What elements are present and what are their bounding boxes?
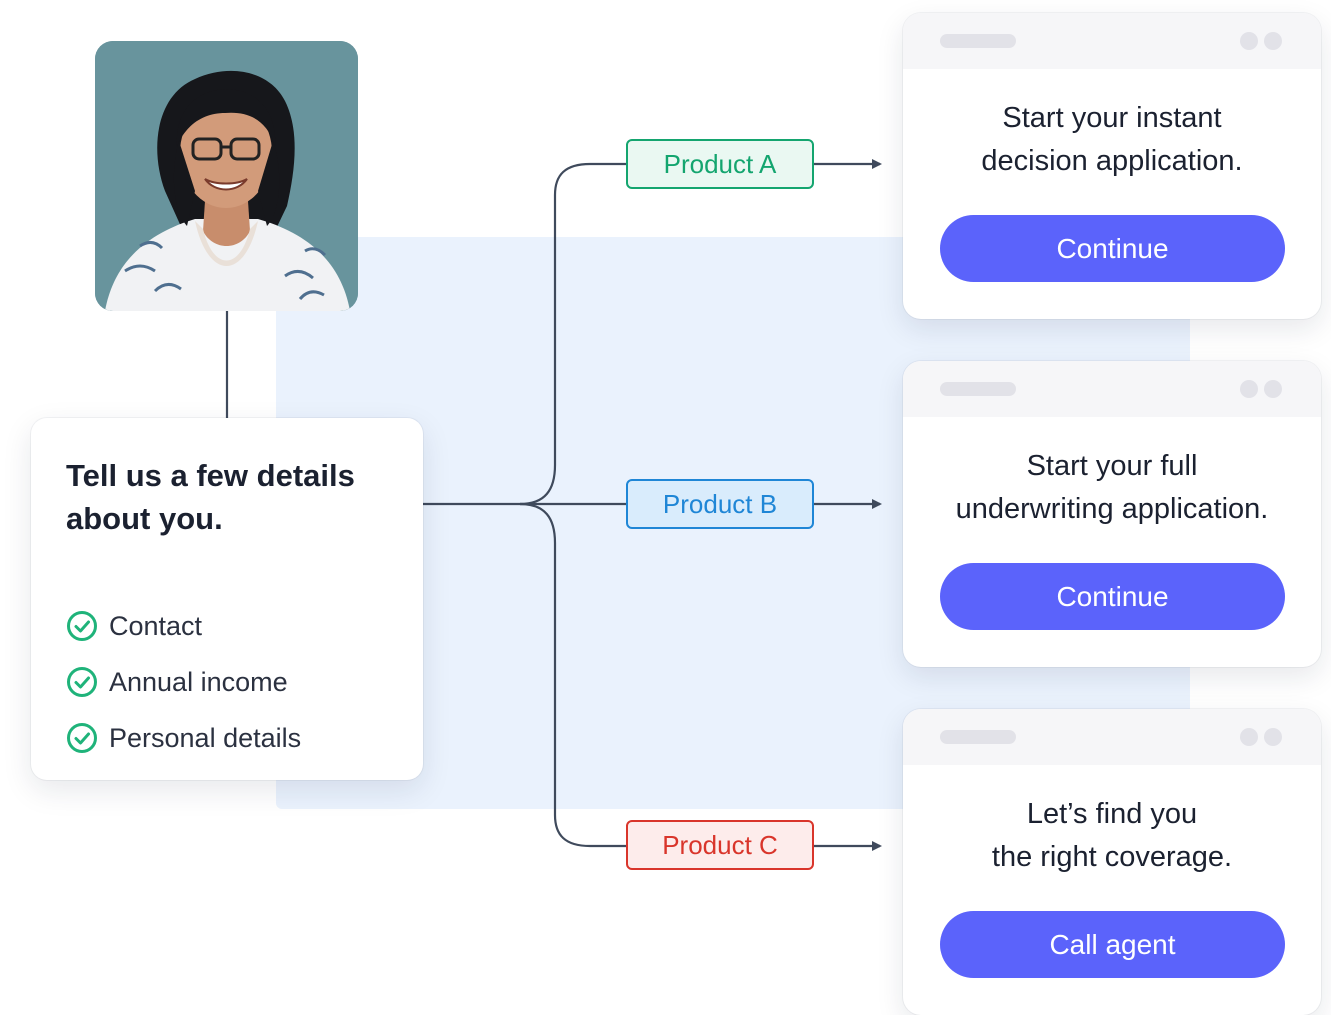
result-card-agent: Let’s find you the right coverage. Call … (903, 709, 1321, 1015)
checklist-item: Annual income (66, 654, 389, 710)
result-card-instant: Start your instant decision application.… (903, 13, 1321, 319)
product-a-label: Product A (663, 148, 777, 179)
product-b-tag: Product B (626, 479, 814, 529)
title-placeholder (940, 382, 1016, 396)
continue-button[interactable]: Continue (940, 563, 1285, 630)
details-card: Tell us a few details about you. Contact… (31, 418, 423, 780)
details-title-line1: Tell us a few details (66, 458, 355, 493)
window-dot-icon (1264, 32, 1282, 50)
card-message-line2: underwriting application. (955, 493, 1269, 525)
checklist-label: Contact (109, 610, 203, 641)
branch-a-line (519, 162, 626, 506)
card-message-line2: decision application. (981, 145, 1243, 177)
checklist-label: Personal details (109, 722, 302, 753)
product-c-label: Product C (662, 829, 778, 860)
window-dot-icon (1240, 380, 1258, 398)
check-circle-icon (67, 667, 97, 697)
window-dot-icon (1264, 728, 1282, 746)
person-illustration (95, 41, 358, 311)
title-placeholder (940, 34, 1016, 48)
card-message: Start your full underwriting application… (903, 445, 1321, 531)
continue-button[interactable]: Continue (940, 215, 1285, 282)
window-dot-icon (1240, 32, 1258, 50)
window-header (903, 361, 1321, 417)
checklist-item: Contact (66, 598, 389, 654)
window-dot-icon (1240, 728, 1258, 746)
window-header (903, 13, 1321, 69)
product-c-tag: Product C (626, 820, 814, 870)
check-circle-icon (67, 611, 97, 641)
card-message-line1: Let’s find you (1026, 798, 1198, 830)
details-title: Tell us a few details about you. (66, 454, 389, 540)
branch-c-line (519, 502, 626, 848)
product-b-label: Product B (662, 488, 778, 519)
card-message-line1: Start your instant (1002, 102, 1222, 134)
card-message-line2: the right coverage. (991, 841, 1233, 873)
checklist: Contact Annual income Personal details (66, 598, 389, 766)
checklist-item: Personal details (66, 710, 389, 766)
check-circle-icon (67, 723, 97, 753)
result-card-full: Start your full underwriting application… (903, 361, 1321, 667)
card-message-line1: Start your full (1026, 450, 1198, 482)
checklist-label: Annual income (109, 666, 288, 697)
window-header (903, 709, 1321, 765)
profile-photo (95, 41, 358, 311)
product-a-tag: Product A (626, 139, 814, 189)
window-dot-icon (1264, 380, 1282, 398)
call-agent-button[interactable]: Call agent (940, 911, 1285, 978)
title-placeholder (940, 730, 1016, 744)
card-message: Let’s find you the right coverage. (903, 793, 1321, 879)
card-message: Start your instant decision application. (903, 97, 1321, 183)
details-title-line2: about you. (66, 501, 223, 536)
